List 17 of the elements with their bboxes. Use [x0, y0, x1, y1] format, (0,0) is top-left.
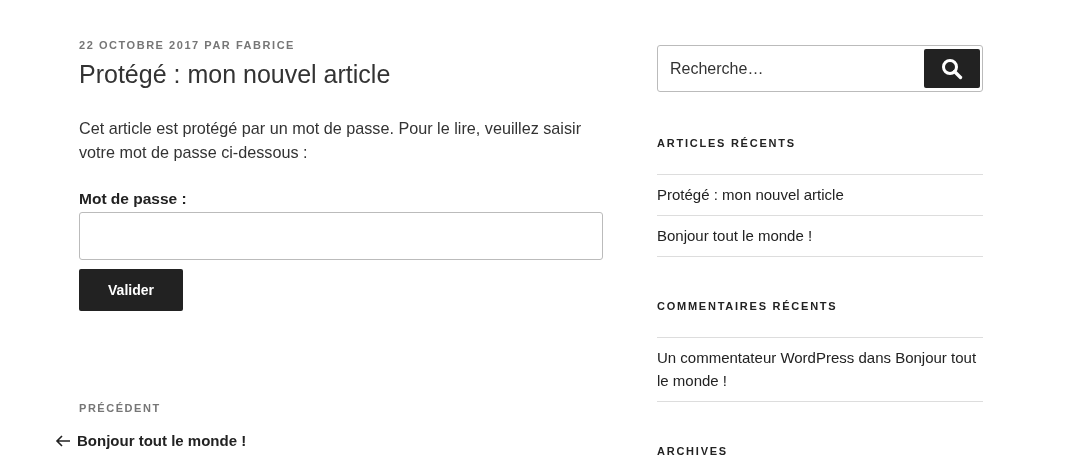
widget-title: COMMENTAIRES RÉCENTS [657, 299, 839, 313]
submit-button[interactable]: Valider [79, 269, 183, 311]
widget-link[interactable]: Un commentateur WordPress dans Bonjour tout le monde ! [657, 337, 983, 402]
protection-notice: Cet article est protégé par un mot de passe. Pour le lire, veuillez saisir votre mot de passe ci-dessous : [79, 118, 583, 163]
post-meta: 22 OCTOBRE 2017 PAR FABRICE [79, 38, 296, 52]
left-arrow-icon [55, 434, 71, 447]
post-title: Protégé : mon nouvel article [79, 59, 392, 90]
search-icon [941, 57, 963, 80]
widget-link[interactable]: Bonjour tout le monde ! [657, 215, 983, 257]
previous-label: PRÉCÉDENT [79, 401, 161, 415]
previous-post-link[interactable]: Bonjour tout le monde ! [55, 432, 247, 449]
password-field[interactable] [79, 212, 603, 260]
widget-title: ARTICLES RÉCENTS [657, 136, 797, 150]
widget-title: ARCHIVES [657, 444, 729, 458]
search-button[interactable] [924, 49, 980, 88]
widget-link[interactable]: Protégé : mon nouvel article [657, 174, 983, 215]
password-label: Mot de passe : [79, 189, 187, 209]
